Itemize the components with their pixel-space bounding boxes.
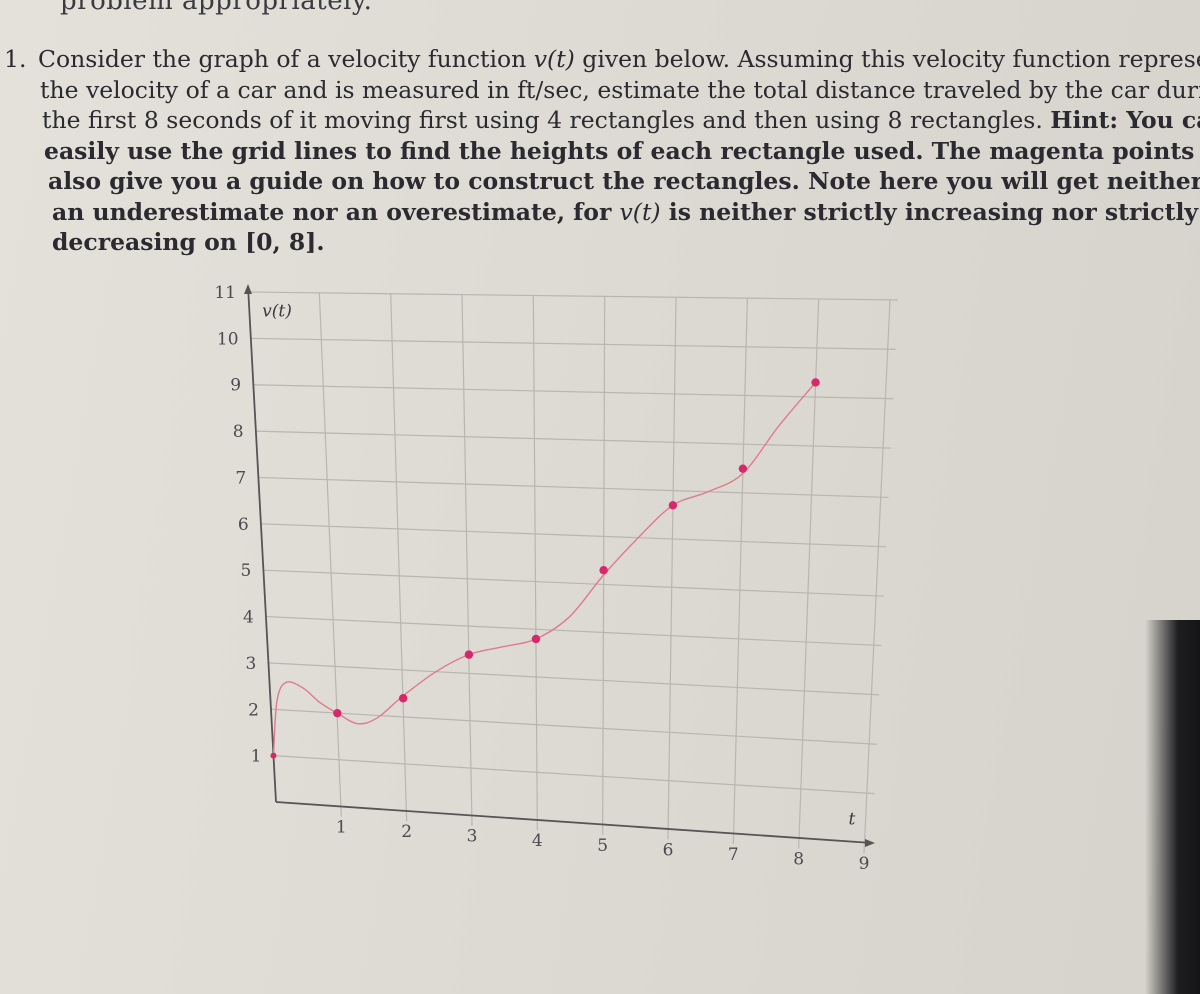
y-axis-line [247,285,277,803]
data-point [738,464,748,473]
x-tick-label: 2 [401,822,412,842]
gridline-horizontal [250,337,896,350]
data-point [599,566,608,575]
gridline-vertical [863,299,891,854]
data-point [668,501,678,510]
y-tick-label: 2 [248,700,259,720]
gridline-vertical [667,297,677,840]
gridline-horizontal [255,430,891,449]
gridline-horizontal [247,291,899,301]
device-edge [1145,620,1200,994]
y-tick-label: 8 [233,422,244,442]
y-tick-label: 1 [251,747,262,767]
y-tick-label: 11 [214,283,236,303]
gridline-horizontal [270,708,877,745]
y-tick-label: 5 [240,561,251,581]
x-axis-label: t [848,810,855,830]
x-tick-label: 9 [859,854,870,874]
y-axis-arrow-icon [244,284,252,294]
gridline-vertical [318,292,342,817]
gridline-horizontal [268,662,880,696]
gridline-horizontal [258,476,889,499]
y-tick-label: 7 [235,468,246,488]
data-point [531,634,541,644]
x-tick-label: 1 [336,818,347,838]
gridline-horizontal [263,569,884,597]
x-axis-arrow-icon [865,839,875,847]
x-tick-label: 7 [728,845,739,865]
data-point [811,378,820,387]
gridline-vertical [461,294,473,826]
x-tick-label: 4 [532,831,543,851]
x-tick-label: 3 [467,827,478,847]
worksheet-page: problem appropriately. 1. Consider the g… [0,0,1200,994]
y-tick-label: 6 [238,515,249,535]
gridline-vertical [532,295,538,831]
y-tick-label: 4 [243,608,254,628]
y-axis-label: v(t) [262,302,292,322]
y-tick-label: 10 [217,329,239,349]
data-point [464,650,474,659]
data-point [333,708,342,718]
velocity-chart: 12345678910111 2 3 4 5 6 7 8 9 v(t) t [214,283,899,874]
gridline-vertical [602,296,606,835]
y-tick-label: 3 [246,654,257,674]
gridline-horizontal [253,384,894,400]
chart-grid [247,291,899,854]
gridline-horizontal [260,523,887,548]
y-tick-label: 9 [230,376,241,396]
x-tick-label: 6 [663,840,674,860]
data-point [398,694,408,703]
gridline-vertical [390,293,408,822]
x-tick-label: 5 [597,836,608,856]
gridline-horizontal [265,615,882,647]
chart-tick-labels: 12345678910111 2 3 4 5 6 7 8 9 [214,283,869,874]
x-axis-line [275,801,873,844]
x-tick-label: 8 [793,849,804,869]
gridline-horizontal [273,755,875,795]
data-point [270,752,277,759]
gridline-vertical [732,298,748,844]
